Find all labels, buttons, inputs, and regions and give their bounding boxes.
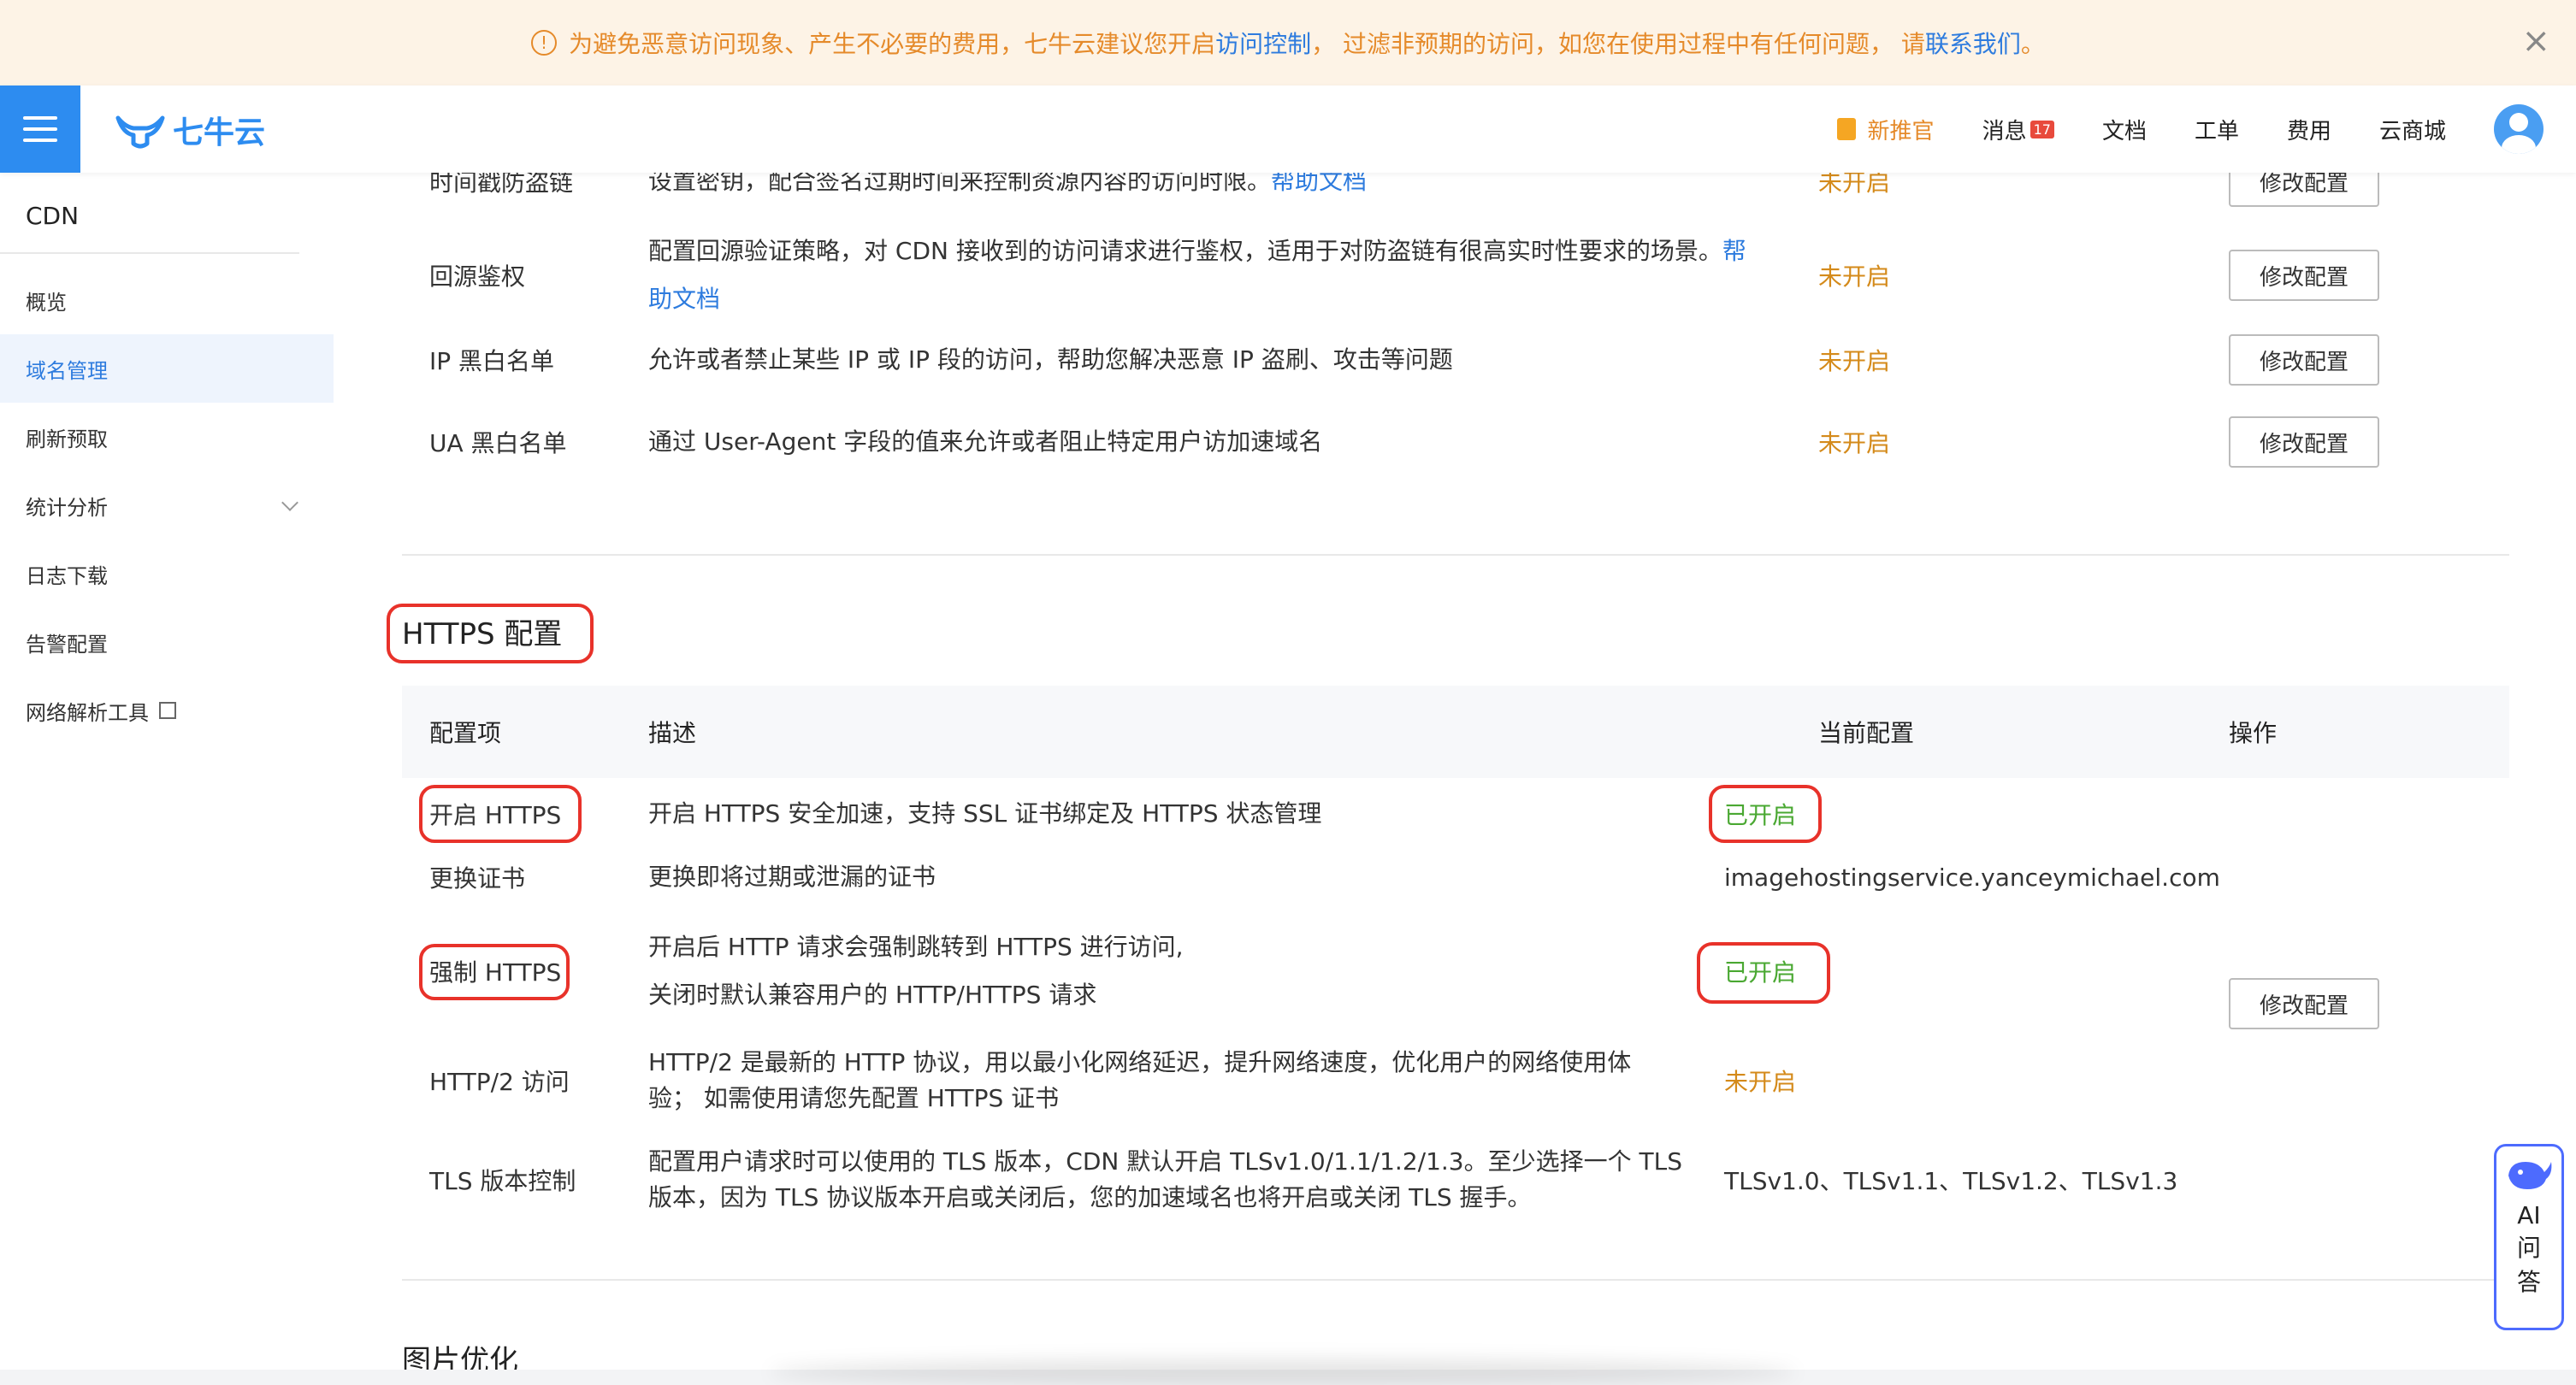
config-row-origin-auth: 回源鉴权 配置回源验证策略，对 CDN 接收到的访问请求进行鉴权，适用于对防盗链… bbox=[334, 224, 2576, 327]
modify-config-button[interactable]: 修改配置 bbox=[2229, 173, 2379, 207]
bull-logo-icon bbox=[115, 115, 165, 149]
config-row-ua-list: UA 黑白名单 通过 User-Agent 字段的值来允许或者阻止特定用户访加速… bbox=[334, 412, 2576, 472]
annotation-highlight bbox=[1697, 942, 1830, 1004]
warning-banner: ! 为避免恶意访问现象、产生不必要的费用，七牛云建议您开启 访问控制 ， 过滤非… bbox=[0, 0, 2576, 85]
banner-text-1: 为避免恶意访问现象、产生不必要的费用，七牛云建议您开启 bbox=[569, 30, 1216, 58]
config-status: 未开启 bbox=[1818, 262, 1891, 291]
config-desc: 配置用户请求时可以使用的 TLS 版本，CDN 默认开启 TLSv1.0/1.1… bbox=[648, 1147, 1682, 1211]
sidebar-item-overview[interactable]: 概览 bbox=[0, 266, 334, 334]
certificate-domain: imagehostingservice.yanceymichael.com bbox=[1724, 863, 2220, 892]
access-control-link[interactable]: 访问控制 bbox=[1215, 26, 1311, 60]
sidebar-item-network-tools[interactable]: 网络解析工具 bbox=[0, 676, 334, 745]
sidebar-title: CDN bbox=[0, 173, 299, 254]
table-row: TLS 版本控制 配置用户请求时可以使用的 TLS 版本，CDN 默认开启 TL… bbox=[334, 1137, 2576, 1223]
config-status: 未开启 bbox=[1724, 1068, 1797, 1096]
table-row: 开启 HTTPS 开启 HTTPS 安全加速，支持 SSL 证书绑定及 HTTP… bbox=[334, 787, 2576, 841]
annotation-highlight bbox=[419, 944, 570, 1000]
header-action: 操作 bbox=[2229, 719, 2278, 747]
config-name: UA 黑白名单 bbox=[429, 429, 567, 457]
config-name: HTTP/2 访问 bbox=[429, 1068, 570, 1096]
config-status: 未开启 bbox=[1818, 173, 1891, 197]
sidebar-item-statistics[interactable]: 统计分析 bbox=[0, 471, 334, 539]
sidebar: CDN 概览 域名管理 刷新预取 统计分析 日志下载 告警配置 网络解析工具 bbox=[0, 173, 334, 1370]
nav-messages[interactable]: 消息 17 bbox=[1982, 114, 2054, 145]
scroll-shadow bbox=[770, 1359, 1796, 1385]
section-divider bbox=[402, 554, 2509, 556]
table-row: 更换证书 更换即将过期或泄漏的证书 imagehostingservice.ya… bbox=[334, 852, 2576, 903]
sidebar-item-refresh-prefetch[interactable]: 刷新预取 bbox=[0, 403, 334, 471]
top-nav: 新推官 消息 17 文档 工单 费用 云商城 bbox=[1836, 85, 2576, 173]
info-icon: ! bbox=[531, 30, 558, 56]
config-desc: 允许或者禁止某些 IP 或 IP 段的访问，帮助您解决恶意 IP 盗刷、攻击等问… bbox=[648, 345, 1453, 374]
annotation-highlight bbox=[419, 785, 582, 843]
message-count-badge: 17 bbox=[2029, 120, 2054, 138]
config-desc: 开启后 HTTP 请求会强制跳转到 HTTPS 进行访问, 关闭时默认兼容用户的 … bbox=[648, 933, 1184, 1009]
header-current: 当前配置 bbox=[1818, 719, 1915, 747]
config-row-timestamp: 时间戳防盗链 设置密钥，配合签名过期时间来控制资源内容的访问时限。帮助文档 未开… bbox=[334, 173, 2576, 207]
help-doc-link[interactable]: 帮助文档 bbox=[1271, 173, 1367, 195]
modify-config-button[interactable]: 修改配置 bbox=[2229, 334, 2379, 386]
nav-messages-label: 消息 bbox=[1982, 118, 2027, 144]
nav-billing[interactable]: 费用 bbox=[2287, 114, 2331, 145]
logo[interactable]: 七牛云 bbox=[115, 108, 265, 152]
config-name: 时间戳防盗链 bbox=[429, 173, 574, 197]
image-section-title: 图片优化 bbox=[402, 1344, 518, 1370]
table-header: 配置项 描述 当前配置 操作 bbox=[402, 686, 2509, 778]
ai-label: AI bbox=[2517, 1201, 2541, 1229]
sidebar-item-label: 网络解析工具 bbox=[26, 700, 149, 725]
banner-text-3: 。 bbox=[2020, 30, 2045, 58]
contact-us-link[interactable]: 联系我们 bbox=[1925, 26, 2021, 60]
menu-icon[interactable] bbox=[0, 85, 80, 173]
config-desc: HTTP/2 是最新的 HTTP 协议，用以最小化网络延迟，提升网络速度，优化用… bbox=[648, 1048, 1632, 1112]
help-doc-link[interactable]: 帮 bbox=[1722, 237, 1746, 265]
annotation-highlight bbox=[387, 604, 594, 663]
sidebar-item-label: 统计分析 bbox=[26, 495, 108, 520]
nav-recommend-label: 新推官 bbox=[1867, 118, 1935, 144]
main-content: 时间戳防盗链 设置密钥，配合签名过期时间来控制资源内容的访问时限。帮助文档 未开… bbox=[334, 173, 2576, 1370]
config-desc: 通过 User-Agent 字段的值来允许或者阻止特定用户访加速域名 bbox=[648, 427, 1323, 456]
config-desc: 设置密钥，配合签名过期时间来控制资源内容的访问时限。帮助文档 bbox=[648, 173, 1367, 205]
modify-config-button[interactable]: 修改配置 bbox=[2229, 416, 2379, 468]
config-status: 未开启 bbox=[1818, 347, 1891, 375]
sidebar-item-domain-management[interactable]: 域名管理 bbox=[0, 334, 334, 403]
header-item: 配置项 bbox=[429, 719, 502, 747]
nav-recommend[interactable]: 新推官 bbox=[1836, 114, 1935, 145]
header-desc: 描述 bbox=[648, 719, 697, 747]
top-navbar: 七牛云 新推官 消息 17 文档 工单 费用 云商城 bbox=[0, 85, 2576, 173]
config-desc: 配置回源验证策略，对 CDN 接收到的访问请求进行鉴权，适用于对防盗链有很高实时… bbox=[648, 237, 1746, 313]
modify-config-button[interactable]: 修改配置 bbox=[2229, 978, 2379, 1029]
sidebar-item-log-download[interactable]: 日志下载 bbox=[0, 539, 334, 608]
section-divider bbox=[402, 1279, 2509, 1281]
ai-label: 答 bbox=[2516, 1268, 2541, 1296]
table-row: HTTP/2 访问 HTTP/2 是最新的 HTTP 协议，用以最小化网络延迟，… bbox=[334, 1038, 2576, 1123]
avatar[interactable] bbox=[2494, 104, 2544, 154]
config-status: 未开启 bbox=[1818, 429, 1891, 457]
nav-docs[interactable]: 文档 bbox=[2102, 114, 2147, 145]
annotation-highlight bbox=[1709, 785, 1822, 843]
config-row-ip-list: IP 黑白名单 允许或者禁止某些 IP 或 IP 段的访问，帮助您解决恶意 IP… bbox=[334, 330, 2576, 390]
banner-text-2: ， 过滤非预期的访问，如您在使用过程中有任何问题， 请 bbox=[1311, 30, 1925, 58]
config-desc: 开启 HTTPS 安全加速，支持 SSL 证书绑定及 HTTPS 状态管理 bbox=[648, 799, 1322, 828]
nav-tickets[interactable]: 工单 bbox=[2195, 114, 2239, 145]
config-name: 回源鉴权 bbox=[429, 262, 526, 291]
sidebar-item-alert-config[interactable]: 告警配置 bbox=[0, 608, 334, 676]
logo-text: 七牛云 bbox=[173, 115, 266, 150]
whale-icon bbox=[2508, 1162, 2552, 1189]
config-name: IP 黑白名单 bbox=[429, 347, 555, 375]
config-desc: 更换即将过期或泄漏的证书 bbox=[648, 863, 936, 891]
config-status: TLSv1.0、TLSv1.1、TLSv1.2、TLSv1.3 bbox=[1724, 1167, 2178, 1195]
close-icon[interactable]: × bbox=[2521, 24, 2550, 58]
help-doc-link[interactable]: 助文档 bbox=[648, 285, 720, 313]
config-name: 更换证书 bbox=[429, 864, 526, 893]
chevron-down-icon bbox=[281, 494, 298, 511]
external-link-icon bbox=[159, 702, 176, 719]
gift-icon bbox=[1836, 118, 1856, 140]
ai-assistant-button[interactable]: AI 问 答 bbox=[2494, 1144, 2564, 1330]
modify-config-button[interactable]: 修改配置 bbox=[2229, 250, 2379, 301]
nav-mall[interactable]: 云商城 bbox=[2379, 114, 2446, 145]
ai-label: 问 bbox=[2516, 1234, 2541, 1262]
config-name: TLS 版本控制 bbox=[429, 1167, 576, 1195]
